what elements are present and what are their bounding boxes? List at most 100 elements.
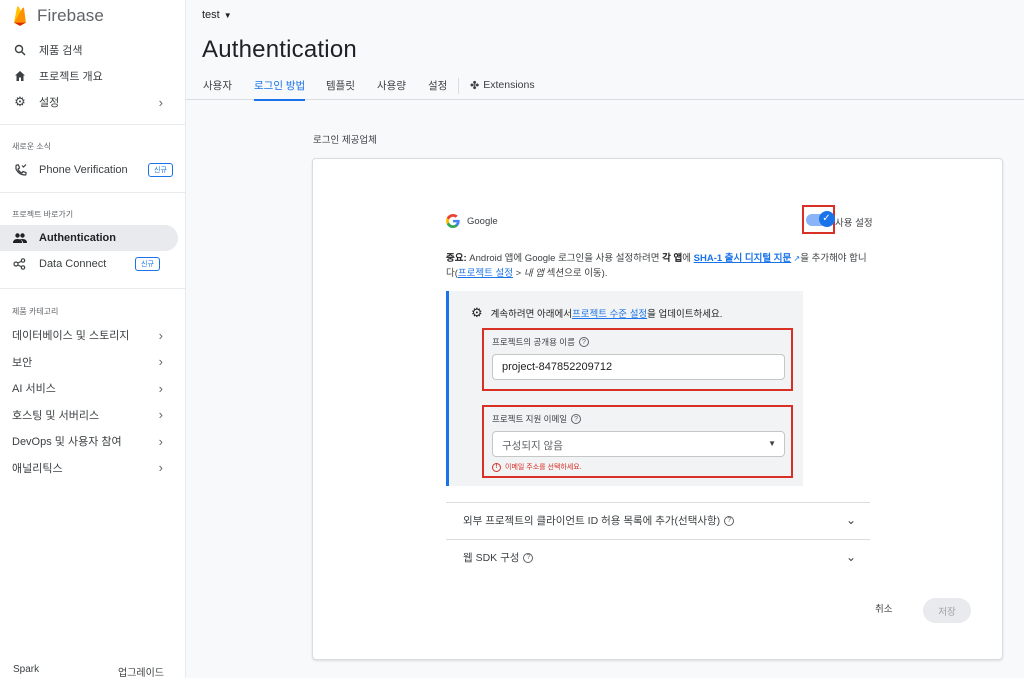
- news-section-label: 새로운 소식: [12, 141, 52, 151]
- error-text: 이메일 주소를 선택하세요.: [505, 464, 582, 471]
- sidebar-item-authentication[interactable]: Authentication: [0, 225, 178, 251]
- project-selector[interactable]: test ▼: [202, 9, 232, 21]
- tab-users[interactable]: 사용자: [203, 70, 232, 100]
- divider: [0, 192, 185, 193]
- sidebar-item-search[interactable]: 제품 검색: [0, 37, 185, 63]
- support-email-select[interactable]: 구성되지 않음 ▼: [492, 431, 785, 457]
- caret-down-icon: ▼: [223, 10, 232, 20]
- notice-strong: 중요:: [446, 253, 467, 264]
- public-name-highlight: 프로젝트의 공개용 이름 ?: [482, 328, 793, 391]
- category-label: 호스팅 및 서버리스: [12, 409, 100, 422]
- divider: [0, 288, 185, 289]
- category-security[interactable]: 보안 ›: [0, 349, 185, 376]
- enable-toggle[interactable]: ✓: [805, 210, 835, 227]
- firebase-brand[interactable]: Firebase: [0, 0, 185, 32]
- config-title-text: 계속하려면 아래에서: [490, 309, 572, 320]
- app-name: Firebase: [37, 6, 104, 25]
- new-badge: 신규: [148, 163, 173, 177]
- chevron-right-icon: ›: [158, 354, 163, 370]
- accordion-label: 웹 SDK 구성: [463, 552, 520, 564]
- project-settings-link[interactable]: 프로젝트 설정: [458, 268, 513, 279]
- sidebar-item-label: Phone Verification: [39, 164, 128, 176]
- notice-text: 섹션으로 이동).: [543, 268, 608, 279]
- sidebar-item-settings[interactable]: ⚙ 설정 ›: [0, 89, 185, 115]
- project-level-settings-link[interactable]: 프로젝트 수준 설정: [572, 306, 647, 320]
- sidebar-item-overview[interactable]: 프로젝트 개요: [0, 63, 185, 89]
- support-email-label: 프로젝트 지원 이메일 ?: [492, 413, 582, 425]
- home-icon: [12, 68, 28, 84]
- category-database-storage[interactable]: 데이터베이스 및 스토리지 ›: [0, 322, 185, 349]
- notice-bold: 각 앱: [662, 253, 683, 264]
- shortcuts-section-label: 프로젝트 바로가기: [12, 209, 74, 219]
- sidebar-item-label: Data Connect: [39, 258, 107, 270]
- help-icon[interactable]: ?: [724, 515, 735, 526]
- notice-text: >: [513, 268, 524, 279]
- sidebar: Firebase 제품 검색 프로젝트 개요 ⚙ 설정 › 새로운 소식 Pho…: [0, 0, 186, 678]
- chevron-down-icon: ⌄: [845, 513, 856, 527]
- accordion-client-id-allowlist[interactable]: 외부 프로젝트의 클라이언트 ID 허용 목록에 추가(선택사항) ? ⌄: [446, 502, 870, 538]
- tab-sign-in-method[interactable]: 로그인 방법: [254, 70, 306, 101]
- tab-settings[interactable]: 설정: [428, 70, 447, 100]
- select-value: 구성되지 않음: [502, 440, 563, 452]
- tab-usage[interactable]: 사용량: [377, 70, 406, 100]
- public-name-input[interactable]: [492, 354, 785, 380]
- help-icon[interactable]: ?: [523, 552, 534, 563]
- help-icon[interactable]: ?: [571, 414, 582, 424]
- accordion-web-sdk-config[interactable]: 웹 SDK 구성 ? ⌄: [446, 539, 870, 575]
- cancel-button[interactable]: 취소: [875, 601, 892, 615]
- tab-templates[interactable]: 템플릿: [326, 70, 355, 100]
- chevron-right-icon: ›: [158, 327, 163, 343]
- chevron-right-icon: ›: [158, 460, 163, 476]
- provider-header: Google: [446, 214, 498, 228]
- category-label: AI 서비스: [12, 383, 56, 396]
- google-logo-icon: [446, 214, 460, 228]
- upgrade-button[interactable]: 업그레이드: [118, 664, 164, 678]
- notice-italic: 내 앱: [523, 268, 544, 279]
- page-title: Authentication: [202, 36, 357, 63]
- external-link-icon: ↗: [791, 254, 801, 263]
- project-settings-box: ⚙ 계속하려면 아래에서 프로젝트 수준 설정 을 업데이트하세요. 프로젝트의 …: [446, 291, 803, 486]
- enable-toggle-highlight: ✓: [802, 205, 835, 234]
- extensions-icon: ✤: [470, 79, 480, 92]
- category-label: 보안: [12, 356, 33, 369]
- sidebar-item-label: 제품 검색: [39, 45, 83, 57]
- category-hosting-serverless[interactable]: 호스팅 및 서버리스 ›: [0, 402, 185, 429]
- support-email-highlight: 프로젝트 지원 이메일 ? 구성되지 않음 ▼ ! 이메일 주소를 선택하세요.: [482, 405, 793, 478]
- plan-label: Spark: [13, 664, 40, 675]
- notice-text: Android 앱에 Google 로그인을 사용 설정하려면: [466, 253, 663, 264]
- category-label: 애널리틱스: [12, 462, 63, 475]
- provider-name: Google: [467, 215, 498, 227]
- tab-divider: [458, 78, 459, 94]
- public-name-label: 프로젝트의 공개용 이름 ?: [492, 336, 589, 348]
- save-button[interactable]: 저장: [923, 598, 971, 623]
- category-label: 데이터베이스 및 스토리지: [12, 330, 130, 343]
- data-connect-icon: [12, 256, 28, 272]
- sidebar-item-data-connect[interactable]: Data Connect 신규: [0, 251, 185, 277]
- tab-extensions[interactable]: ✤ Extensions: [470, 70, 535, 100]
- config-box-title: ⚙ 계속하려면 아래에서 프로젝트 수준 설정 을 업데이트하세요.: [471, 305, 722, 321]
- error-icon: !: [492, 462, 501, 472]
- enable-label: 사용 설정: [835, 218, 873, 229]
- sidebar-item-phone-verification[interactable]: Phone Verification 신규: [0, 157, 185, 183]
- field-label-text: 프로젝트의 공개용 이름: [492, 337, 575, 347]
- categories-section-label: 제품 카테고리: [12, 306, 59, 316]
- new-badge: 신규: [135, 257, 160, 271]
- category-ai-services[interactable]: AI 서비스 ›: [0, 375, 185, 402]
- tab-label: Extensions: [483, 79, 535, 91]
- provider-config-card: Google ✓ 사용 설정 중요: Android 앱에 Google 로그인…: [312, 158, 1003, 660]
- category-analytics[interactable]: 애널리틱스 ›: [0, 455, 185, 482]
- chevron-right-icon: ›: [158, 433, 163, 449]
- search-icon: [12, 42, 28, 58]
- divider: [0, 124, 185, 125]
- help-icon[interactable]: ?: [578, 337, 589, 347]
- category-devops-engagement[interactable]: DevOps 및 사용자 참여 ›: [0, 428, 185, 455]
- support-email-error: ! 이메일 주소를 선택하세요.: [492, 462, 582, 472]
- providers-heading: 로그인 제공업체: [313, 135, 377, 146]
- sha1-fingerprint-link[interactable]: SHA-1 출시 디지털 지문: [694, 253, 792, 264]
- gear-icon: ⚙: [471, 305, 483, 320]
- dropdown-arrow-icon: ▼: [768, 439, 776, 448]
- chevron-right-icon: ›: [158, 380, 163, 396]
- chevron-down-icon: ⌄: [845, 550, 856, 564]
- sidebar-item-label: Authentication: [39, 232, 116, 244]
- users-icon: [12, 230, 28, 246]
